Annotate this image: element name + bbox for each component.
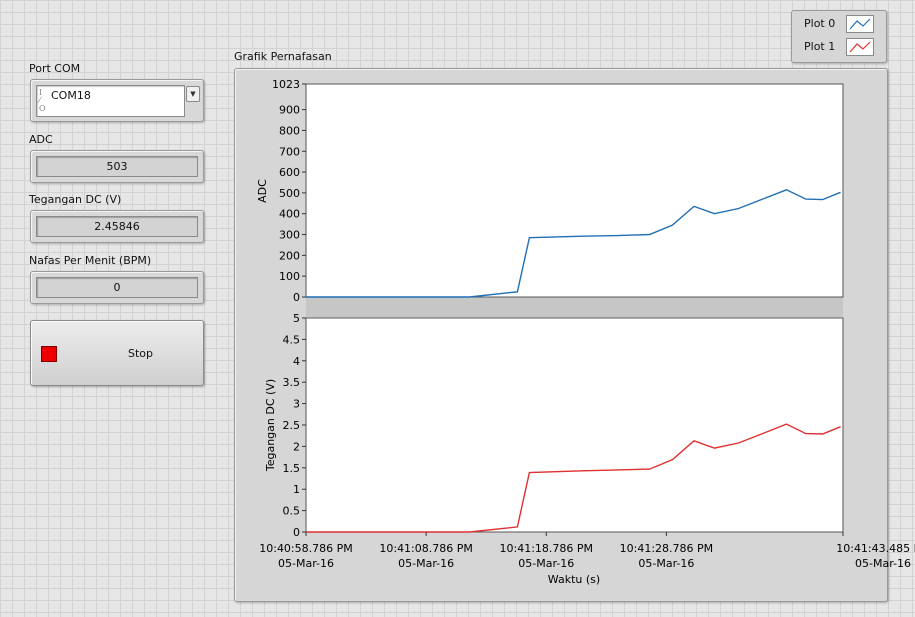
tegangan-y-tick-label: 0 <box>293 526 300 539</box>
x-tick-date-label: 05-Mar-16 <box>855 557 911 570</box>
tegangan-y-tick-label: 4 <box>293 355 300 368</box>
x-tick-time-label: 10:40:58.786 PM <box>259 542 353 555</box>
tegangan-y-tick-label: 2 <box>293 440 300 453</box>
tegangan-y-tick-label: 0.5 <box>283 505 301 518</box>
x-tick-time-label: 10:41:08.786 PM <box>379 542 473 555</box>
adc-y-tick-label: 200 <box>279 249 300 262</box>
x-tick-time-label: 10:41:18.786 PM <box>500 542 594 555</box>
tegangan-axis-label: Tegangan DC (V) <box>264 379 277 472</box>
x-tick-date-label: 05-Mar-16 <box>398 557 454 570</box>
adc-y-tick-label: 1023 <box>272 78 300 91</box>
adc-y-tick-label: 400 <box>279 208 300 221</box>
tegangan-y-tick-label: 1.5 <box>283 462 301 475</box>
tegangan-y-tick-label: 4.5 <box>283 333 301 346</box>
plot-area-tegangan[interactable] <box>305 317 844 533</box>
adc-y-tick-label: 800 <box>279 124 300 137</box>
x-tick-time-label: 10:41:43.485 PM <box>836 542 915 555</box>
adc-y-tick-label: 0 <box>293 291 300 304</box>
tegangan-y-tick-label: 1 <box>293 483 300 496</box>
x-tick-date-label: 05-Mar-16 <box>638 557 694 570</box>
tegangan-y-tick-label: 3.5 <box>283 376 301 389</box>
adc-y-tick-label: 700 <box>279 145 300 158</box>
tegangan-y-tick-label: 3 <box>293 398 300 411</box>
adc-y-tick-label: 900 <box>279 104 300 117</box>
x-tick-date-label: 05-Mar-16 <box>518 557 574 570</box>
x-tick-time-label: 10:41:28.786 PM <box>620 542 714 555</box>
adc-y-tick-label: 300 <box>279 229 300 242</box>
x-axis-label: Waktu (s) <box>548 573 600 586</box>
plot-splitter[interactable] <box>306 297 843 317</box>
tegangan-y-tick-label: 2.5 <box>283 419 301 432</box>
waveform-chart: 0 100 200 300 400 500 600 700 800 900 1023 0 0.5 1 1.… <box>256 78 915 586</box>
x-tick-date-label: 05-Mar-16 <box>278 557 334 570</box>
adc-y-tick-label: 500 <box>279 187 300 200</box>
plot-area-adc[interactable] <box>305 83 844 298</box>
adc-y-tick-label: 100 <box>279 270 300 283</box>
adc-y-tick-label: 600 <box>279 166 300 179</box>
tegangan-y-tick-label: 5 <box>293 312 300 325</box>
adc-axis-label: ADC <box>256 179 269 203</box>
